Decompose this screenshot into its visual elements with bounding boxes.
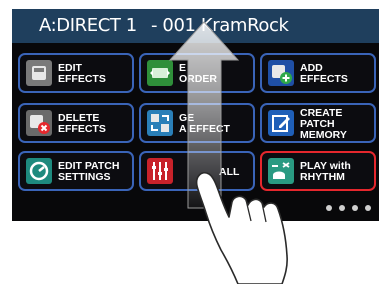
delete-effects-button[interactable]: DELETE EFFECTS [18,103,134,143]
add-effects-icon [268,60,294,86]
change-effect-order-button[interactable]: E ORDER [139,53,255,93]
edit-patch-settings-button[interactable]: EDIT PATCH SETTINGS [18,151,134,191]
edit-patch-settings-label: EDIT PATCH SETTINGS [58,160,120,183]
patch-name: - 001 KramRock [151,15,289,36]
edit-patch-settings-icon [26,158,52,184]
mixer-all-icon [147,158,173,184]
play-with-rhythm-label: PLAY with RHYTHM [300,160,351,183]
edit-effects-label: EDIT EFFECTS [58,62,106,85]
delete-effects-label: DELETE EFFECTS [58,112,106,135]
add-effects-button[interactable]: ADD EFFECTS [260,53,376,93]
add-effects-label: ADD EFFECTS [300,62,348,85]
page-indicator [326,205,371,211]
page-dot[interactable] [365,205,371,211]
change-effect-button[interactable]: GE A EFFECT [139,103,255,143]
delete-effects-icon [26,110,52,136]
mixer-all-label: ALL [219,165,240,178]
patch-id: A:DIRECT 1 [39,15,137,36]
play-with-rhythm-icon [268,158,294,184]
create-patch-memory-label: CREATE PATCH MEMORY [300,109,347,139]
page-dot[interactable] [352,205,358,211]
page-dot[interactable] [339,205,345,211]
mixer-all-button[interactable]: ALL [139,151,255,191]
play-with-rhythm-button[interactable]: PLAY with RHYTHM [260,151,376,191]
change-effect-icon [147,110,173,136]
change-effect-order-label: E ORDER [179,62,217,85]
touch-screen: A:DIRECT 1 - 001 KramRock EDIT EFFECTS E… [12,9,379,221]
page-dot[interactable] [326,205,332,211]
change-effect-order-icon [147,60,173,86]
title-bar: A:DIRECT 1 - 001 KramRock [12,9,379,43]
edit-effects-icon [26,60,52,86]
create-patch-memory-icon [268,110,294,136]
edit-effects-button[interactable]: EDIT EFFECTS [18,53,134,93]
create-patch-memory-button[interactable]: CREATE PATCH MEMORY [260,103,376,143]
change-effect-label: GE A EFFECT [179,112,230,135]
